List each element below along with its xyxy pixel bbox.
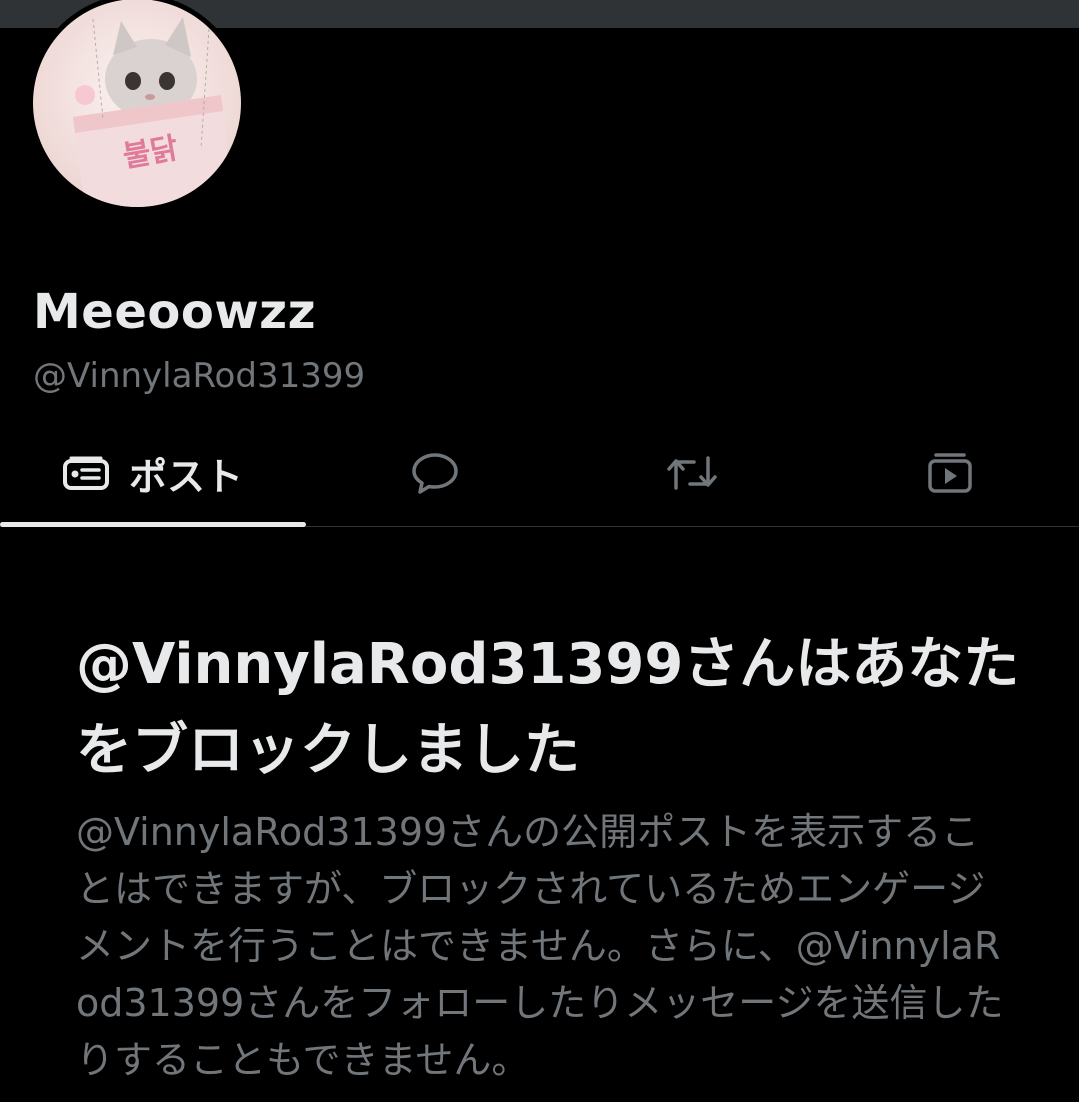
display-name: Meeoowzz bbox=[33, 284, 317, 340]
tab-posts-label: ポスト bbox=[128, 454, 243, 499]
reply-bubble-icon bbox=[411, 453, 458, 494]
tab-reposts[interactable] bbox=[563, 420, 820, 526]
tab-replies[interactable] bbox=[306, 420, 563, 526]
repost-icon bbox=[666, 456, 717, 490]
avatar[interactable]: 불닭 bbox=[28, 0, 246, 212]
tab-posts[interactable]: ポスト bbox=[0, 420, 306, 527]
posts-icon bbox=[62, 456, 109, 490]
user-handle: @VinnylaRod31399 bbox=[33, 356, 366, 396]
tab-media[interactable] bbox=[820, 420, 1079, 526]
media-icon bbox=[927, 453, 972, 493]
profile-tabs: ポスト bbox=[0, 420, 1079, 527]
active-tab-indicator bbox=[0, 522, 306, 527]
blocked-notice-title: @VinnylaRod31399さんはあなたをブロックしました bbox=[76, 632, 1020, 783]
blocked-notice-description: @VinnylaRod31399さんの公開ポストを表示することはできますが、ブロ… bbox=[76, 810, 1004, 1082]
avatar-image: 불닭 bbox=[33, 0, 241, 207]
